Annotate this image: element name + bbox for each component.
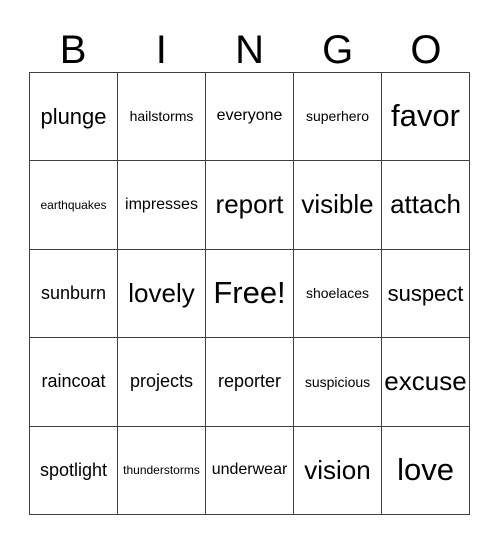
bingo-cell-label: impresses [125,195,198,213]
bingo-cell-label: projects [129,371,194,392]
bingo-cell[interactable]: impresses [118,161,206,250]
bingo-cell[interactable]: favor [382,73,470,162]
bingo-card: B I N G O plunge hailstorms everyone sup… [0,0,500,544]
bingo-cell-label: reporter [217,371,282,392]
bingo-row: spotlight thunderstorms underwear vision… [30,426,470,516]
bingo-cell-label: sunburn [40,283,107,304]
bingo-cell-label: everyone [216,107,283,125]
bingo-cell[interactable]: vision [294,426,382,516]
bingo-cell-label: favor [391,98,460,134]
bingo-cell[interactable]: attach [382,161,470,250]
bingo-cell[interactable]: spotlight [30,426,118,516]
bingo-cell-label: lovely [128,277,195,308]
bingo-cell-label: earthquakes [40,197,107,212]
bingo-cell-free[interactable]: Free! [206,249,294,339]
bingo-cell-label: excuse [384,366,467,397]
bingo-cell-label: love [397,452,454,488]
bingo-cell[interactable]: love [382,426,470,516]
bingo-cell-label: vision [304,454,371,485]
bingo-cell[interactable]: excuse [382,338,470,427]
bingo-cell[interactable]: lovely [118,249,206,339]
bingo-cell-label: thunderstorms [123,463,200,478]
bingo-cell[interactable]: visible [294,161,382,250]
bingo-cell[interactable]: reporter [206,338,294,427]
bingo-cell-label: spotlight [39,459,108,480]
bingo-cell[interactable]: sunburn [30,249,118,339]
bingo-cell[interactable]: underwear [206,426,294,516]
bingo-cell[interactable]: earthquakes [30,161,118,250]
bingo-cell[interactable]: thunderstorms [118,426,206,516]
bingo-cell[interactable]: everyone [206,73,294,162]
bingo-cell-label: plunge [40,104,107,130]
header-letter-o: O [410,28,442,72]
bingo-cell[interactable]: plunge [30,73,118,162]
bingo-cell-label: attach [390,189,461,220]
bingo-cell-label: report [215,189,284,220]
bingo-cell[interactable]: raincoat [30,338,118,427]
bingo-grid: plunge hailstorms everyone superhero fav… [29,72,470,516]
bingo-cell-label: raincoat [41,371,106,392]
header-letter-b: B [59,28,87,72]
bingo-row: plunge hailstorms everyone superhero fav… [30,73,470,162]
header-letter-n: N [235,28,264,72]
bingo-header-row: B I N G O [29,18,470,72]
bingo-cell-label: shoelaces [305,285,370,302]
bingo-cell[interactable]: shoelaces [294,249,382,339]
bingo-cell[interactable]: report [206,161,294,250]
bingo-cell[interactable]: suspicious [294,338,382,427]
bingo-cell-label: Free! [213,275,286,311]
bingo-cell-label: suspicious [304,373,371,390]
bingo-cell-label: hailstorms [129,108,194,125]
bingo-cell[interactable]: hailstorms [118,73,206,162]
bingo-cell[interactable]: projects [118,338,206,427]
header-letter-g: G [322,28,354,72]
bingo-cell[interactable]: superhero [294,73,382,162]
bingo-cell-label: visible [301,189,374,220]
bingo-cell[interactable]: suspect [382,249,470,339]
bingo-cell-label: superhero [305,108,370,125]
header-letter-i: I [155,28,167,72]
bingo-row: earthquakes impresses report visible att… [30,161,470,250]
bingo-row: raincoat projects reporter suspicious ex… [30,338,470,427]
bingo-row: sunburn lovely Free! shoelaces suspect [30,249,470,339]
bingo-cell-label: suspect [387,280,464,306]
bingo-cell-label: underwear [211,460,288,478]
